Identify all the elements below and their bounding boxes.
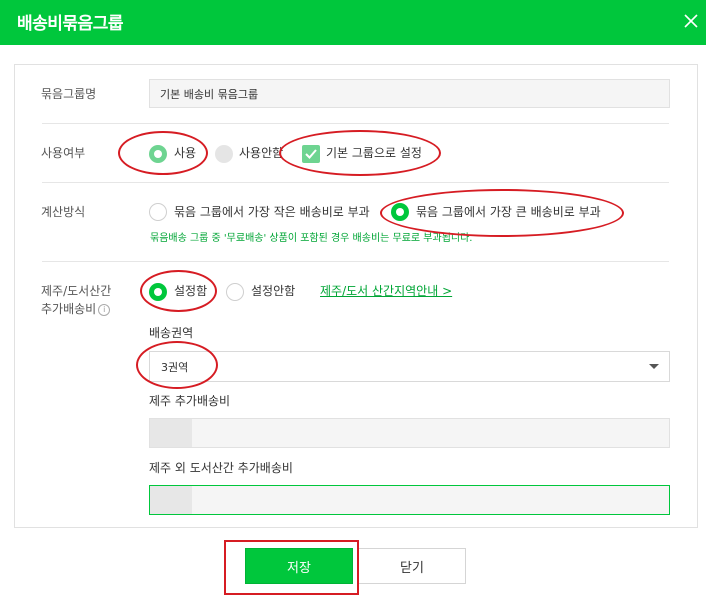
zone-label: 배송권역 xyxy=(149,326,194,340)
calc-radio-smallest[interactable] xyxy=(149,203,167,221)
jeju-fee-input[interactable] xyxy=(149,418,670,448)
other-fee-label: 제주 외 도서산간 추가배송비 xyxy=(149,461,293,475)
other-fee-input[interactable] xyxy=(149,485,670,515)
island-fee-label-text: 추가배송비 xyxy=(41,302,97,316)
island-fee-label-line2: 추가배송비 i xyxy=(41,301,111,318)
group-name-input[interactable]: 기본 배송비 묶음그룹 xyxy=(149,79,670,108)
close-button[interactable]: 닫기 xyxy=(358,548,466,584)
dialog-header: 배송비묶음그룹 xyxy=(0,0,706,45)
annotation-circle xyxy=(140,270,217,312)
group-name-label: 묶음그룹명 xyxy=(41,87,97,101)
divider xyxy=(42,123,669,124)
divider xyxy=(42,182,669,183)
jeju-fee-label: 제주 추가배송비 xyxy=(149,394,231,408)
dialog-title: 배송비묶음그룹 xyxy=(17,14,123,34)
annotation-circle xyxy=(136,341,218,389)
usage-radio-unused[interactable] xyxy=(215,145,233,163)
annotation-rect xyxy=(224,540,359,595)
island-radio-unset[interactable] xyxy=(226,283,244,301)
annotation-circle xyxy=(380,189,624,237)
zone-select[interactable]: 3권역 xyxy=(149,351,670,382)
island-area-guide-link[interactable]: 제주/도서 산간지역안내 > xyxy=(320,283,452,300)
calc-option-smallest: 묶음 그룹에서 가장 작은 배송비로 부과 xyxy=(174,205,370,219)
annotation-circle xyxy=(279,130,441,176)
divider xyxy=(42,261,669,262)
island-fee-label-line1: 제주/도서산간 xyxy=(41,284,112,298)
calc-help-text: 묶음배송 그룹 중 '무료배송' 상품이 포함된 경우 배송비는 무료로 부과됩… xyxy=(150,233,473,244)
island-option-unset: 설정안함 xyxy=(251,284,296,298)
masked-value xyxy=(150,419,192,447)
info-icon[interactable]: i xyxy=(98,304,111,316)
close-icon[interactable] xyxy=(681,11,701,31)
usage-option-unused: 사용안함 xyxy=(239,146,284,160)
calc-method-label: 계산방식 xyxy=(41,205,86,219)
usage-label: 사용여부 xyxy=(41,146,86,160)
masked-value xyxy=(150,486,192,514)
chevron-down-icon xyxy=(649,364,659,369)
annotation-circle xyxy=(118,131,208,175)
